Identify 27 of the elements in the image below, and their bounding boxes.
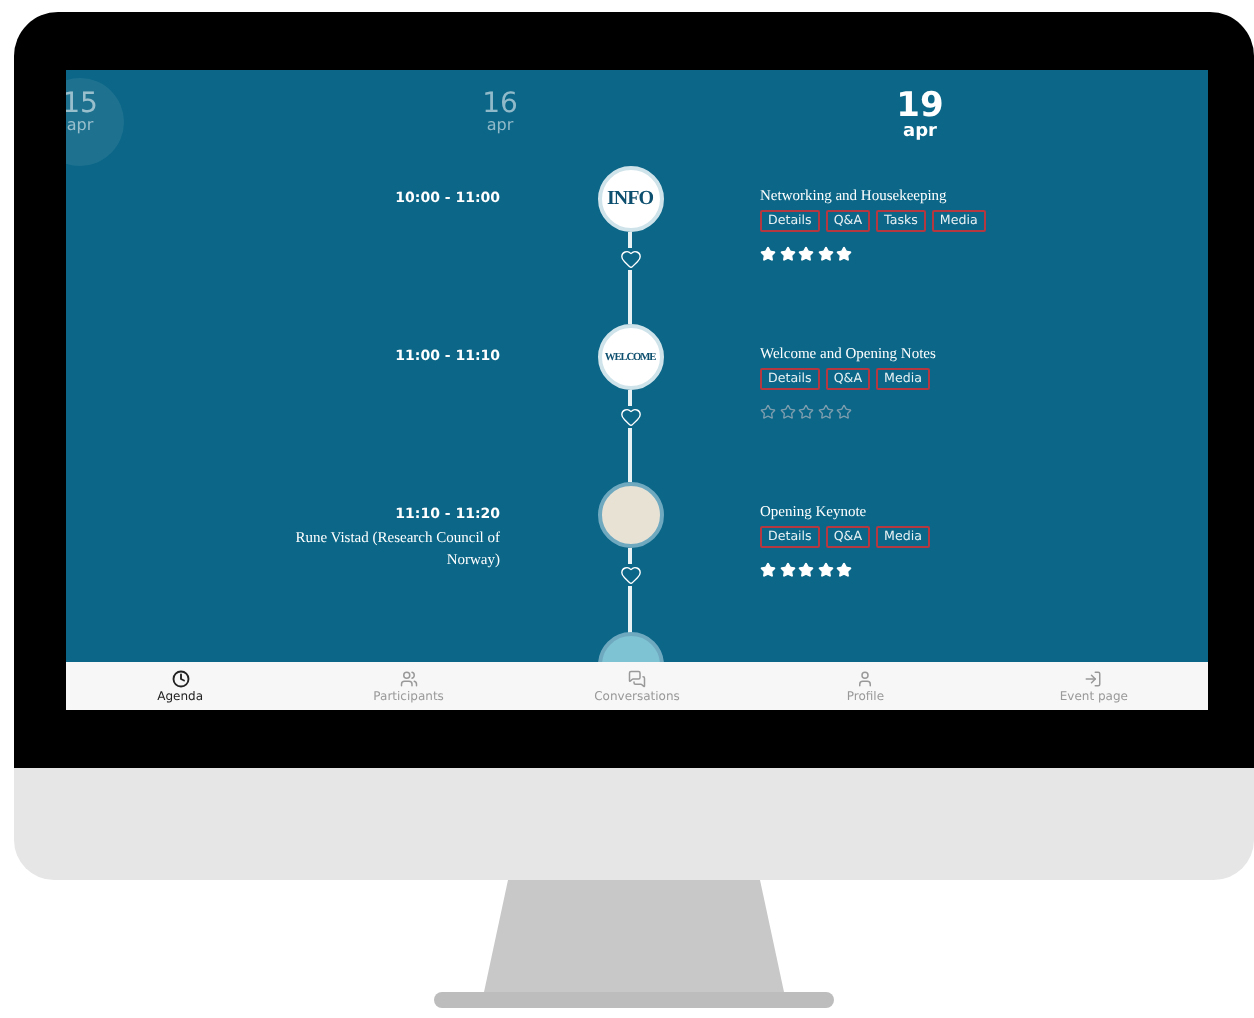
star-icon — [798, 562, 814, 578]
star-icon — [836, 404, 852, 420]
star-icon — [798, 246, 814, 262]
star-icon — [779, 404, 795, 420]
star-icon — [817, 246, 833, 262]
star-icon — [836, 562, 852, 578]
clock-icon — [171, 669, 190, 687]
logo-text: INFO — [607, 188, 653, 210]
chat-icon — [628, 669, 646, 687]
person-icon — [856, 669, 875, 687]
star-icon — [779, 562, 795, 578]
heart-icon[interactable] — [619, 406, 641, 428]
photo-placeholder — [597, 482, 663, 548]
star-icon — [760, 562, 776, 578]
star-icon — [817, 562, 833, 578]
star-icon — [798, 404, 814, 420]
star-icon — [760, 246, 776, 262]
star-icon — [817, 404, 833, 420]
enter-icon — [1084, 669, 1103, 687]
date-tab[interactable]: 16 apr — [456, 78, 544, 166]
star-icon — [836, 246, 852, 262]
date-tab[interactable]: 19 apr — [876, 78, 964, 166]
heart-icon[interactable] — [619, 248, 641, 270]
heart-icon[interactable] — [619, 564, 641, 586]
star-icon — [779, 246, 795, 262]
people-icon — [399, 669, 418, 687]
star-icon — [760, 404, 776, 420]
